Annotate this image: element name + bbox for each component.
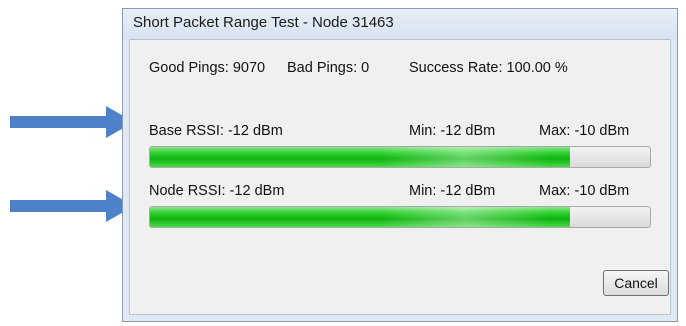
- node-rssi-progress-fill: [150, 207, 570, 227]
- node-rssi-label: Node RSSI: -12 dBm: [149, 183, 285, 199]
- range-test-dialog: Short Packet Range Test - Node 31463 Goo…: [122, 8, 678, 322]
- base-rssi-progress-fill: [150, 147, 570, 167]
- success-rate-label: Success Rate: 100.00 %: [409, 60, 568, 76]
- base-rssi-label: Base RSSI: -12 dBm: [149, 123, 283, 139]
- title-bar: Short Packet Range Test - Node 31463: [123, 9, 677, 39]
- node-min-label: Min: -12 dBm: [409, 183, 496, 199]
- base-min-label: Min: -12 dBm: [409, 123, 496, 139]
- good-pings-label: Good Pings: 9070: [149, 60, 266, 76]
- base-rssi-progress-bar: [149, 146, 651, 168]
- arrow-right-icon: [10, 106, 134, 138]
- node-max-label: Max: -10 dBm: [539, 183, 630, 199]
- cancel-button[interactable]: Cancel: [603, 270, 669, 296]
- arrow-right-icon: [10, 190, 134, 222]
- base-max-label: Max: -10 dBm: [539, 123, 630, 139]
- dialog-content: Good Pings: 9070 Bad Pings: 0 Success Ra…: [129, 39, 671, 315]
- node-rssi-progress-bar: [149, 206, 651, 228]
- window-title: Short Packet Range Test - Node 31463: [133, 14, 394, 31]
- bad-pings-label: Bad Pings: 0: [287, 60, 370, 76]
